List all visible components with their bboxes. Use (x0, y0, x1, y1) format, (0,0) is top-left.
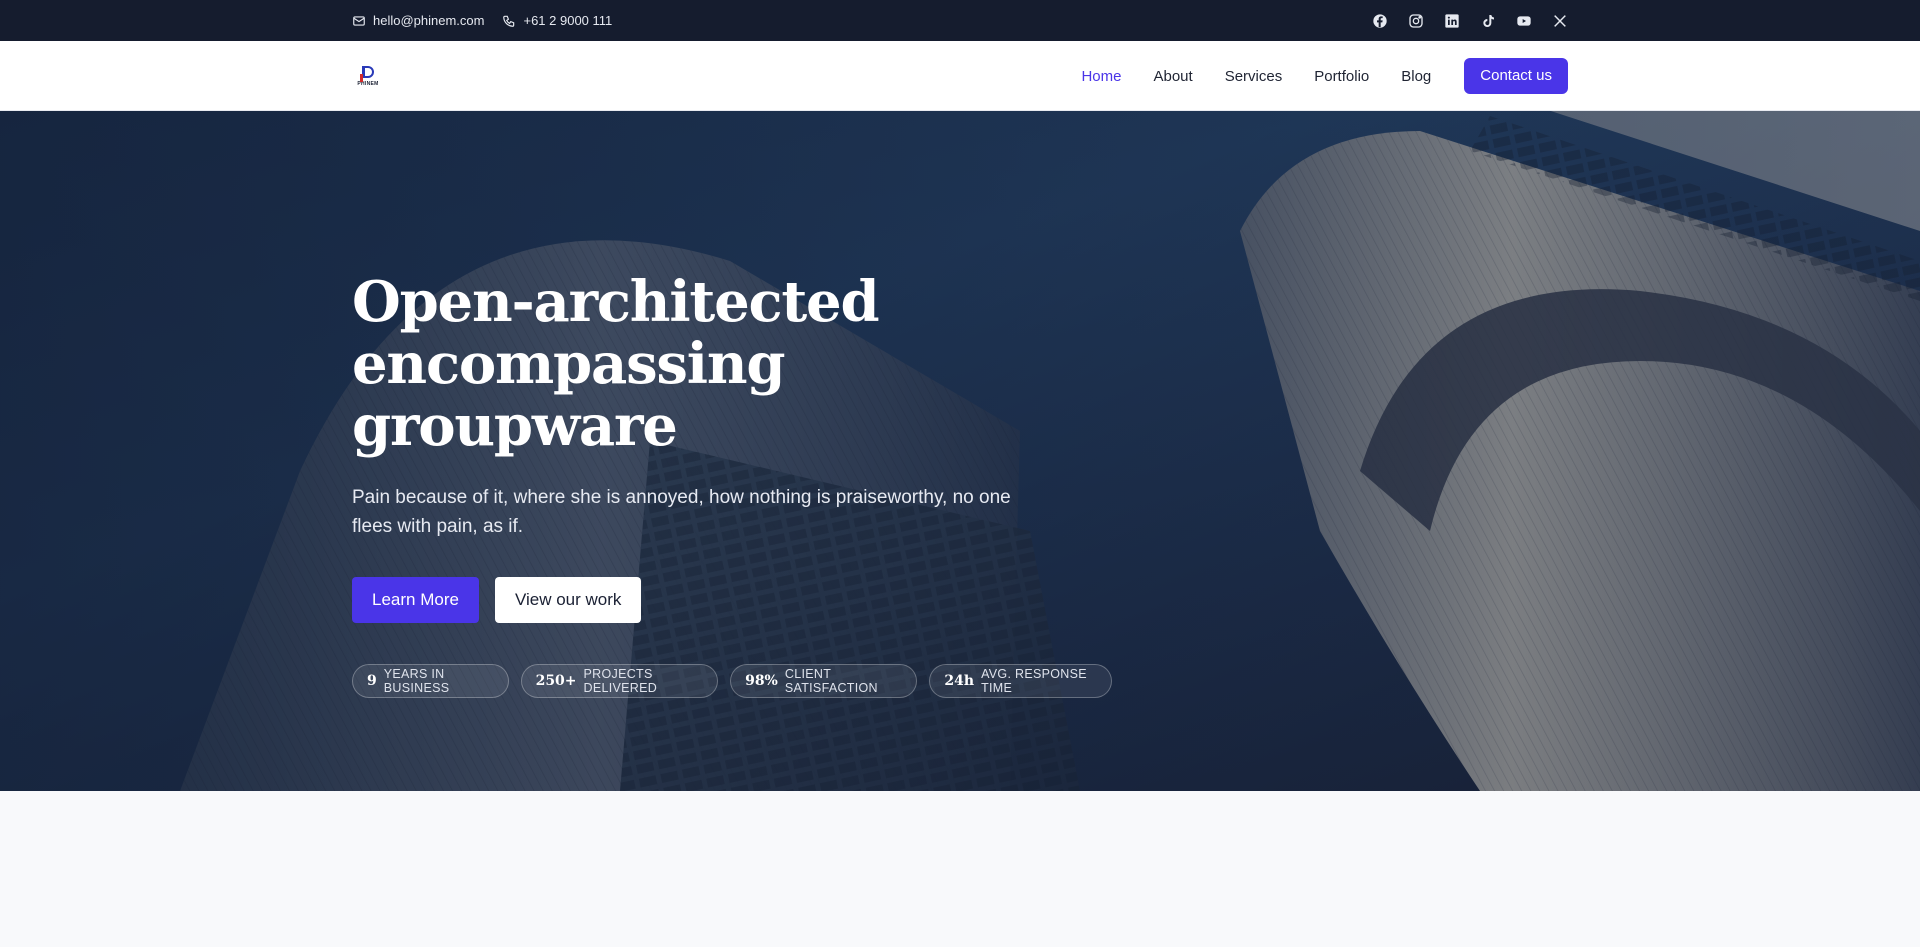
stats-row: 9 YEARS IN BUSINESS 250+ PROJECTS DELIVE… (352, 664, 1112, 698)
nav-link-home[interactable]: Home (1081, 68, 1121, 85)
view-our-work-button[interactable]: View our work (494, 577, 642, 623)
hero-content: Open-architected encompassing groupware … (352, 271, 1112, 698)
tiktok-icon[interactable] (1480, 13, 1496, 29)
stat-label: YEARS IN BUSINESS (383, 667, 450, 695)
learn-more-button[interactable]: Learn More (352, 577, 479, 623)
stat-value: 9 (367, 673, 377, 689)
x-icon[interactable] (1552, 13, 1568, 29)
hero-section: Open-architected encompassing groupware … (0, 111, 1920, 791)
phone-text: +61 2 9000 111 (523, 13, 613, 28)
youtube-icon[interactable] (1516, 13, 1532, 29)
nav-link-portfolio[interactable]: Portfolio (1314, 68, 1369, 85)
email-link[interactable]: hello@phinem.com (352, 13, 484, 28)
stat-value: 98% (745, 673, 778, 689)
facebook-icon[interactable] (1372, 13, 1388, 29)
nav-link-about[interactable]: About (1153, 68, 1192, 85)
stat-label: AVG. RESPONSE TIME (981, 667, 1087, 695)
nav-link-blog[interactable]: Blog (1401, 68, 1431, 85)
logo-mark (360, 65, 374, 82)
phone-icon (502, 14, 516, 28)
main-navbar: PHINEM Home About Services Portfolio Blo… (0, 41, 1920, 111)
hero-title-line-1: Open-architected (352, 269, 880, 335)
contact-us-button[interactable]: Contact us (1464, 58, 1568, 94)
contact-info: hello@phinem.com +61 2 9000 111 (352, 0, 612, 41)
social-links (1372, 0, 1568, 41)
stat-value: 250+ (535, 673, 577, 689)
linkedin-icon[interactable] (1444, 13, 1460, 29)
stat-label: CLIENT SATISFACTION (784, 667, 878, 695)
mail-icon (352, 14, 366, 28)
instagram-icon[interactable] (1408, 13, 1424, 29)
stat-years: 9 YEARS IN BUSINESS (352, 664, 509, 698)
nav-links: Home About Services Portfolio Blog Conta… (1049, 41, 1568, 111)
nav-link-services[interactable]: Services (1225, 68, 1283, 85)
next-section (0, 791, 1920, 947)
stat-satisfaction: 98% CLIENT SATISFACTION (730, 664, 918, 698)
hero-title: Open-architected encompassing groupware (352, 271, 1112, 457)
hero-subtitle: Pain because of it, where she is annoyed… (352, 487, 1011, 537)
stat-projects: 250+ PROJECTS DELIVERED (520, 664, 719, 698)
top-bar: hello@phinem.com +61 2 9000 111 (0, 0, 1920, 41)
stat-value: 24h (944, 673, 975, 689)
stat-label: PROJECTS DELIVERED (583, 667, 658, 695)
hero-title-line-2: encompassing groupware (352, 331, 785, 459)
hero-buttons: Learn More View our work (352, 577, 1112, 623)
site-logo[interactable]: PHINEM (354, 62, 382, 90)
stat-response: 24h AVG. RESPONSE TIME (929, 664, 1112, 698)
email-text: hello@phinem.com (373, 13, 485, 28)
phone-link[interactable]: +61 2 9000 111 (502, 13, 612, 28)
